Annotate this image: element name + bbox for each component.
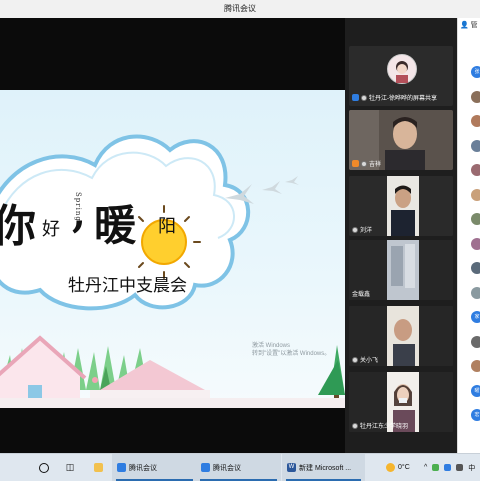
participant-label: 吉祥 <box>352 159 381 168</box>
screen-share-icon <box>352 94 359 101</box>
participant-name: 关小飞 <box>360 358 379 364</box>
member-avatar[interactable] <box>471 164 480 176</box>
member-avatar[interactable] <box>471 213 480 225</box>
member-avatar[interactable] <box>471 262 480 274</box>
host-icon <box>352 160 359 167</box>
participant-name: 牡丹江东少学晓羽 <box>360 424 409 430</box>
member-avatar[interactable] <box>471 90 480 103</box>
slide-char-ni: 你 <box>0 201 36 252</box>
member-list-header: 👤 管 <box>460 20 478 30</box>
member-avatar[interactable] <box>471 335 480 348</box>
weather-widget[interactable]: 0°C <box>386 454 410 481</box>
member-sidebar[interactable]: 👤 管 张家曜宏 <box>457 18 480 453</box>
participant-name: 金载鑫 <box>352 292 371 298</box>
slide-subtitle: 牡丹江中支晨会 <box>68 276 187 296</box>
tray-app-icon[interactable] <box>444 464 452 471</box>
taskbar-app-label: 新建 Microsoft ... <box>299 464 352 472</box>
participant-tile[interactable]: 金载鑫 <box>349 240 453 300</box>
participant-tile[interactable]: 关小飞 <box>349 306 453 366</box>
member-avatar[interactable] <box>471 360 480 372</box>
participant-name: 吉祥 <box>369 162 382 168</box>
slide-spring-text: Spring <box>74 192 82 222</box>
windows-taskbar: ◫ 腾讯会议 腾讯会议 W 新建 Microsoft ... 0°C ^ 中 <box>0 453 480 481</box>
participant-name: 牡丹江-徐晔晔的屏幕共享 <box>369 96 437 102</box>
participant-tile[interactable]: 牡丹江-徐晔晔的屏幕共享 <box>349 46 453 106</box>
participant-label: 牡丹江-徐晔晔的屏幕共享 <box>352 93 437 102</box>
taskbar-app-tencent-meeting-2[interactable]: 腾讯会议 <box>196 454 281 481</box>
slide-char-hao: 好 <box>42 219 60 240</box>
activation-watermark: 激活 Windows 转到"设置"以激活 Windows。 <box>252 342 330 358</box>
member-list-label: 管 <box>470 22 478 29</box>
taskbar-app-word[interactable]: W 新建 Microsoft ... <box>282 454 365 481</box>
search-button[interactable] <box>36 454 52 481</box>
avatar <box>387 54 417 84</box>
file-explorer-button[interactable] <box>90 454 106 481</box>
mic-icon <box>361 160 367 167</box>
participant-tile[interactable]: 吉祥 <box>349 110 453 170</box>
system-tray[interactable]: ^ 中 <box>424 454 475 481</box>
watermark-line2: 转到"设置"以激活 Windows。 <box>252 351 331 357</box>
window-title: 腾讯会议 <box>224 4 256 13</box>
mic-icon <box>361 94 367 101</box>
weather-icon <box>386 463 395 472</box>
slide-artwork <box>0 134 345 408</box>
participant-label: 关小飞 <box>352 355 378 364</box>
presentation-slide: 你 好 , 暖 阳 Spring 牡丹江中支晨会 激活 Windows 转到"设… <box>0 90 345 408</box>
network-icon[interactable] <box>456 464 464 471</box>
window-titlebar: 腾讯会议 <box>0 0 480 19</box>
tray-app-icon[interactable] <box>432 464 440 471</box>
taskbar-app-label: 腾讯会议 <box>129 464 157 472</box>
mic-icon <box>352 356 358 363</box>
tencent-meeting-icon <box>117 463 126 472</box>
tencent-meeting-icon <box>201 463 210 472</box>
participant-tile[interactable]: 牡丹江东少学晓羽 <box>349 372 453 432</box>
task-view-icon: ◫ <box>65 462 75 472</box>
member-avatar[interactable]: 家 <box>471 311 480 323</box>
member-avatar[interactable] <box>471 115 480 127</box>
participant-label: 刘洋 <box>352 225 372 234</box>
member-avatar[interactable] <box>471 237 480 250</box>
temperature-label: 0°C <box>398 464 410 471</box>
taskbar-app-label: 腾讯会议 <box>213 464 241 472</box>
watermark-line1: 激活 Windows <box>252 343 291 349</box>
members-icon: 👤 <box>460 22 469 29</box>
search-icon <box>39 462 49 473</box>
chevron-up-icon[interactable]: ^ <box>424 464 427 471</box>
task-view-button[interactable]: ◫ <box>62 454 78 481</box>
participant-name: 刘洋 <box>360 228 373 234</box>
word-icon: W <box>287 463 296 472</box>
member-avatar[interactable] <box>471 286 480 299</box>
slide-char-nuan: 暖 <box>94 201 137 250</box>
participant-tile[interactable]: 刘洋 <box>349 176 453 236</box>
member-avatar[interactable]: 曜 <box>471 384 480 397</box>
slide-char-yang: 阳 <box>158 216 176 237</box>
taskbar-app-tencent-meeting-1[interactable]: 腾讯会议 <box>112 454 197 481</box>
input-language-label[interactable]: 中 <box>468 463 475 473</box>
participant-gallery[interactable]: 牡丹江-徐晔晔的屏幕共享 吉祥 刘洋 金载鑫 关小飞 牡丹江东少学晓羽 <box>345 18 457 453</box>
member-avatar[interactable] <box>471 188 480 201</box>
participant-label: 金载鑫 <box>352 289 370 298</box>
member-avatar[interactable] <box>471 139 480 152</box>
mic-icon <box>352 226 358 233</box>
shared-screen-area: 你 好 , 暖 阳 Spring 牡丹江中支晨会 激活 Windows 转到"设… <box>0 18 345 453</box>
mic-icon <box>352 422 358 429</box>
folder-icon <box>93 463 103 472</box>
member-avatar[interactable]: 宏 <box>471 409 480 421</box>
participant-label: 牡丹江东少学晓羽 <box>352 421 408 430</box>
member-avatar[interactable]: 张 <box>471 66 480 78</box>
